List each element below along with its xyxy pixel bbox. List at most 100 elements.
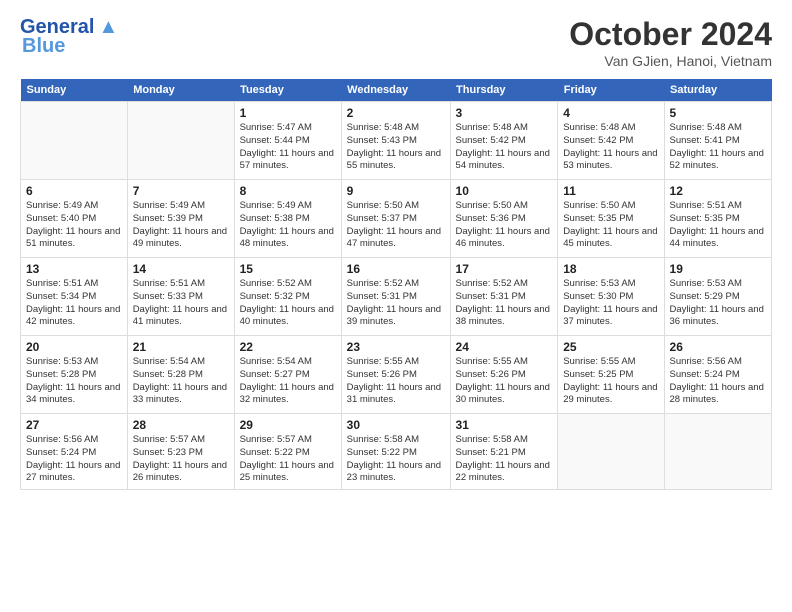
calendar-cell: 31 Sunrise: 5:58 AM Sunset: 5:21 PM Dayli… xyxy=(450,414,558,490)
calendar-cell: 22 Sunrise: 5:54 AM Sunset: 5:27 PM Dayli… xyxy=(234,336,341,414)
day-number: 15 xyxy=(240,262,336,276)
calendar-cell: 20Sunrise: 5:53 AM Sunset: 5:28 PM Dayli… xyxy=(21,336,128,414)
calendar-cell: 11 Sunrise: 5:50 AM Sunset: 5:35 PM Dayli… xyxy=(558,180,664,258)
cell-content: Sunrise: 5:47 AM Sunset: 5:44 PM Dayligh… xyxy=(240,122,336,173)
day-number: 22 xyxy=(240,340,336,354)
column-header-thursday: Thursday xyxy=(450,79,558,102)
calendar-cell: 5 Sunrise: 5:48 AM Sunset: 5:41 PM Daylig… xyxy=(664,102,771,180)
week-row-5: 27Sunrise: 5:56 AM Sunset: 5:24 PM Dayli… xyxy=(21,414,772,490)
calendar-table: SundayMondayTuesdayWednesdayThursdayFrid… xyxy=(20,79,772,490)
cell-content: Sunrise: 5:48 AM Sunset: 5:41 PM Dayligh… xyxy=(670,122,766,173)
cell-content: Sunrise: 5:51 AM Sunset: 5:33 PM Dayligh… xyxy=(133,278,229,329)
calendar-cell: 3Sunrise: 5:48 AM Sunset: 5:42 PM Daylig… xyxy=(450,102,558,180)
calendar-cell: 8 Sunrise: 5:49 AM Sunset: 5:38 PM Daylig… xyxy=(234,180,341,258)
day-number: 8 xyxy=(240,184,336,198)
day-number: 29 xyxy=(240,418,336,432)
calendar-cell: 6 Sunrise: 5:49 AM Sunset: 5:40 PM Daylig… xyxy=(21,180,128,258)
cell-content: Sunrise: 5:49 AM Sunset: 5:40 PM Dayligh… xyxy=(26,200,122,251)
calendar-cell: 2 Sunrise: 5:48 AM Sunset: 5:43 PM Daylig… xyxy=(341,102,450,180)
calendar-cell: 17 Sunrise: 5:52 AM Sunset: 5:31 PM Dayli… xyxy=(450,258,558,336)
day-number: 30 xyxy=(347,418,445,432)
column-header-sunday: Sunday xyxy=(21,79,128,102)
day-number: 16 xyxy=(347,262,445,276)
day-number: 24 xyxy=(456,340,553,354)
column-header-saturday: Saturday xyxy=(664,79,771,102)
calendar-cell xyxy=(558,414,664,490)
calendar-cell: 28 Sunrise: 5:57 AM Sunset: 5:23 PM Dayli… xyxy=(127,414,234,490)
day-number: 25 xyxy=(563,340,658,354)
calendar-cell: 24Sunrise: 5:55 AM Sunset: 5:26 PM Dayli… xyxy=(450,336,558,414)
day-header-row: SundayMondayTuesdayWednesdayThursdayFrid… xyxy=(21,79,772,102)
day-number: 17 xyxy=(456,262,553,276)
header: General ▲ Blue October 2024 Van GJien, H… xyxy=(20,16,772,69)
calendar-cell: 27Sunrise: 5:56 AM Sunset: 5:24 PM Dayli… xyxy=(21,414,128,490)
day-number: 18 xyxy=(563,262,658,276)
day-number: 1 xyxy=(240,106,336,120)
cell-content: Sunrise: 5:52 AM Sunset: 5:32 PM Dayligh… xyxy=(240,278,336,329)
cell-content: Sunrise: 5:54 AM Sunset: 5:27 PM Dayligh… xyxy=(240,356,336,407)
calendar-cell: 13Sunrise: 5:51 AM Sunset: 5:34 PM Dayli… xyxy=(21,258,128,336)
calendar-cell: 1 Sunrise: 5:47 AM Sunset: 5:44 PM Daylig… xyxy=(234,102,341,180)
day-number: 31 xyxy=(456,418,553,432)
cell-content: Sunrise: 5:48 AM Sunset: 5:42 PM Dayligh… xyxy=(563,122,658,173)
day-number: 21 xyxy=(133,340,229,354)
cell-content: Sunrise: 5:48 AM Sunset: 5:43 PM Dayligh… xyxy=(347,122,445,173)
cell-content: Sunrise: 5:50 AM Sunset: 5:36 PM Dayligh… xyxy=(456,200,553,251)
calendar-cell: 4 Sunrise: 5:48 AM Sunset: 5:42 PM Daylig… xyxy=(558,102,664,180)
calendar-cell: 19 Sunrise: 5:53 AM Sunset: 5:29 PM Dayli… xyxy=(664,258,771,336)
calendar-cell: 26 Sunrise: 5:56 AM Sunset: 5:24 PM Dayli… xyxy=(664,336,771,414)
day-number: 7 xyxy=(133,184,229,198)
calendar-cell: 30Sunrise: 5:58 AM Sunset: 5:22 PM Dayli… xyxy=(341,414,450,490)
cell-content: Sunrise: 5:52 AM Sunset: 5:31 PM Dayligh… xyxy=(347,278,445,329)
calendar-cell: 15 Sunrise: 5:52 AM Sunset: 5:32 PM Dayli… xyxy=(234,258,341,336)
day-number: 4 xyxy=(563,106,658,120)
cell-content: Sunrise: 5:58 AM Sunset: 5:21 PM Dayligh… xyxy=(456,434,553,485)
location-subtitle: Van GJien, Hanoi, Vietnam xyxy=(569,53,772,69)
calendar-cell: 23 Sunrise: 5:55 AM Sunset: 5:26 PM Dayli… xyxy=(341,336,450,414)
calendar-cell: 9Sunrise: 5:50 AM Sunset: 5:37 PM Daylig… xyxy=(341,180,450,258)
column-header-tuesday: Tuesday xyxy=(234,79,341,102)
week-row-1: 1 Sunrise: 5:47 AM Sunset: 5:44 PM Daylig… xyxy=(21,102,772,180)
day-number: 19 xyxy=(670,262,766,276)
calendar-cell xyxy=(21,102,128,180)
cell-content: Sunrise: 5:55 AM Sunset: 5:26 PM Dayligh… xyxy=(347,356,445,407)
day-number: 2 xyxy=(347,106,445,120)
week-row-4: 20Sunrise: 5:53 AM Sunset: 5:28 PM Dayli… xyxy=(21,336,772,414)
month-title: October 2024 xyxy=(569,16,772,53)
calendar-cell: 10 Sunrise: 5:50 AM Sunset: 5:36 PM Dayli… xyxy=(450,180,558,258)
day-number: 5 xyxy=(670,106,766,120)
day-number: 6 xyxy=(26,184,122,198)
cell-content: Sunrise: 5:49 AM Sunset: 5:39 PM Dayligh… xyxy=(133,200,229,251)
day-number: 13 xyxy=(26,262,122,276)
logo-bird-icon: ▲ xyxy=(98,16,118,39)
day-number: 28 xyxy=(133,418,229,432)
calendar-cell: 25Sunrise: 5:55 AM Sunset: 5:25 PM Dayli… xyxy=(558,336,664,414)
week-row-3: 13Sunrise: 5:51 AM Sunset: 5:34 PM Dayli… xyxy=(21,258,772,336)
cell-content: Sunrise: 5:56 AM Sunset: 5:24 PM Dayligh… xyxy=(26,434,122,485)
day-number: 26 xyxy=(670,340,766,354)
day-number: 9 xyxy=(347,184,445,198)
column-header-wednesday: Wednesday xyxy=(341,79,450,102)
logo-blue-text: Blue xyxy=(22,35,65,58)
cell-content: Sunrise: 5:53 AM Sunset: 5:29 PM Dayligh… xyxy=(670,278,766,329)
cell-content: Sunrise: 5:51 AM Sunset: 5:35 PM Dayligh… xyxy=(670,200,766,251)
cell-content: Sunrise: 5:49 AM Sunset: 5:38 PM Dayligh… xyxy=(240,200,336,251)
cell-content: Sunrise: 5:57 AM Sunset: 5:23 PM Dayligh… xyxy=(133,434,229,485)
title-section: October 2024 Van GJien, Hanoi, Vietnam xyxy=(569,16,772,69)
calendar-cell: 29 Sunrise: 5:57 AM Sunset: 5:22 PM Dayli… xyxy=(234,414,341,490)
logo: General ▲ Blue xyxy=(20,16,118,58)
page: General ▲ Blue October 2024 Van GJien, H… xyxy=(0,0,792,612)
calendar-cell xyxy=(664,414,771,490)
day-number: 20 xyxy=(26,340,122,354)
day-number: 12 xyxy=(670,184,766,198)
day-number: 11 xyxy=(563,184,658,198)
cell-content: Sunrise: 5:57 AM Sunset: 5:22 PM Dayligh… xyxy=(240,434,336,485)
day-number: 23 xyxy=(347,340,445,354)
cell-content: Sunrise: 5:56 AM Sunset: 5:24 PM Dayligh… xyxy=(670,356,766,407)
calendar-cell: 7 Sunrise: 5:49 AM Sunset: 5:39 PM Daylig… xyxy=(127,180,234,258)
calendar-cell: 14Sunrise: 5:51 AM Sunset: 5:33 PM Dayli… xyxy=(127,258,234,336)
cell-content: Sunrise: 5:52 AM Sunset: 5:31 PM Dayligh… xyxy=(456,278,553,329)
day-number: 3 xyxy=(456,106,553,120)
cell-content: Sunrise: 5:50 AM Sunset: 5:35 PM Dayligh… xyxy=(563,200,658,251)
day-number: 10 xyxy=(456,184,553,198)
